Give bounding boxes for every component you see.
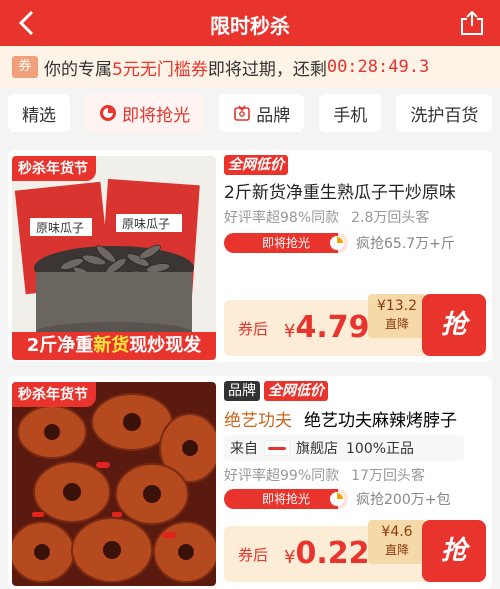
shop-type: 旗舰店 [296,441,338,457]
spicy-duck-neck-image [12,382,216,586]
banner-highlight: 新货 [93,335,130,356]
product-stats: 好评率超98%同款 2.8万回头客 [224,207,488,227]
product-info: 品牌 全网低价 绝艺功夫 绝艺功夫麻辣烤脖子 来自 旗舰店 100%正品 好评率超… [224,380,488,509]
coupon-tag: 券 [12,56,38,78]
currency-symbol: ¥ [284,547,296,568]
drop-amount: ¥13.2 [376,298,418,314]
sold-count: 疯抢65.7万+斤 [356,236,455,252]
price-drop-badge: ¥13.2 直降 [368,294,426,338]
grab-button[interactable]: 抢 [422,520,486,582]
price-drop-badge: ¥4.6 直降 [368,520,426,564]
category-tabs: 精选 即将抢光 品牌 手机 洗护百货 食 [0,94,500,138]
tab-featured[interactable]: 精选 [8,94,70,132]
lowest-price-badge: 全网低价 [224,155,288,175]
lowest-price-badge: 全网低价 [264,381,328,401]
price-value: 4.79 [295,310,370,345]
sales-progress-row: 即将抢光 疯抢200万+包 [224,489,488,509]
grab-button[interactable]: 抢 [422,294,486,356]
price: ¥0.22 [284,536,369,571]
product-image[interactable]: 原味瓜子 原味瓜子 秒杀年货节 2斤净重新货现炒现发 [12,156,216,360]
clock-icon [330,492,344,506]
stopwatch-icon [100,105,117,121]
tab-label: 手机 [333,105,368,126]
shop-info[interactable]: 来自 旗舰店 100%正品 [224,435,464,461]
brand-name: 绝艺功夫 [224,411,292,431]
tab-brand[interactable]: 品牌 [219,94,305,132]
after-coupon-label: 券后 [238,546,269,564]
tab-label: 品牌 [256,105,291,126]
product-image[interactable]: 秒杀年货节 [12,382,216,586]
repeat-buyers: 2.8万回头客 [351,210,430,226]
tab-label: 洗护百货 [410,105,479,126]
product-title-line[interactable]: 绝艺功夫 绝艺功夫麻辣烤脖子 [224,406,488,431]
brand-badge: 品牌 [224,381,260,401]
product-card[interactable]: 秒杀年货节 品牌 全网低价 绝艺功夫 绝艺功夫麻辣烤脖子 来自 旗舰店 100%正… [8,376,492,589]
coupon-amount: 5元无门槛券 [112,59,208,80]
sold-count: 疯抢200万+包 [356,492,451,508]
package-text: 原味瓜子 [36,221,84,235]
coupon-expiry-notice[interactable]: 券 你的专属 5元无门槛券 即将过期，还剩 00:28:49.3 [0,46,500,88]
sunflower-seeds-image: 原味瓜子 原味瓜子 [12,156,216,360]
buy-panel[interactable]: 券后 ¥0.22 ¥4.6 直降 抢 [224,520,486,582]
product-info: 全网低价 2斤新货净重生熟瓜子干炒原味 好评率超98%同款 2.8万回头客 即将抢… [224,154,488,253]
badges: 全网低价 [224,154,488,176]
product-stats: 好评率超99%同款 17万回头客 [224,465,488,485]
coupon-text-b: 即将过期，还剩 [207,59,327,80]
product-title: 绝艺功夫麻辣烤脖子 [304,411,457,431]
top-bar: 限时秒杀 [0,0,500,46]
tab-label: 精选 [22,105,56,126]
banner-text: 2斤净重 [26,335,94,356]
stock-progress-bar: 即将抢光 [224,233,348,253]
promo-label: 秒杀年货节 [12,382,96,407]
tab-label: 即将抢光 [122,105,191,126]
price: ¥4.79 [284,310,369,345]
banner-text: 现炒现发 [129,335,202,356]
product-card[interactable]: 原味瓜子 原味瓜子 秒杀年货节 2斤净重新货现炒现发 全网低价 2斤新货净重生熟… [8,150,492,362]
drop-amount: ¥4.6 [381,524,413,540]
coupon-text-a: 你的专属 [44,59,112,80]
image-banner: 2斤净重新货现炒现发 [12,332,216,360]
promo-label: 秒杀年货节 [12,156,96,181]
countdown-timer: 00:28:49.3 [326,57,430,77]
tab-phones[interactable]: 手机 [319,94,382,132]
clock-icon [330,236,344,250]
drop-label: 直降 [384,317,409,331]
after-coupon-label: 券后 [238,320,269,338]
tab-almost-sold-out[interactable]: 即将抢光 [85,94,205,132]
genuine-label: 100%正品 [346,441,415,457]
package-text: 原味瓜子 [122,217,170,231]
buy-panel[interactable]: 券后 ¥4.79 ¥13.2 直降 抢 [224,294,486,356]
brand-icon [234,105,250,121]
drop-label: 直降 [384,543,409,557]
page-title: 限时秒杀 [210,14,290,38]
shop-from: 来自 [230,441,258,457]
good-rate: 好评率超99%同款 [224,468,340,484]
price-value: 0.22 [295,536,370,571]
badges: 品牌 全网低价 [224,380,488,402]
good-rate: 好评率超98%同款 [224,210,340,226]
tab-toiletries[interactable]: 洗护百货 [396,94,493,132]
share-icon[interactable] [458,9,486,37]
currency-symbol: ¥ [284,321,296,342]
sales-progress-row: 即将抢光 疯抢65.7万+斤 [224,233,488,253]
product-title[interactable]: 2斤新货净重生熟瓜子干炒原味 [224,178,488,203]
repeat-buyers: 17万回头客 [351,468,425,484]
stock-progress-bar: 即将抢光 [224,489,348,509]
shop-logo [264,440,290,456]
